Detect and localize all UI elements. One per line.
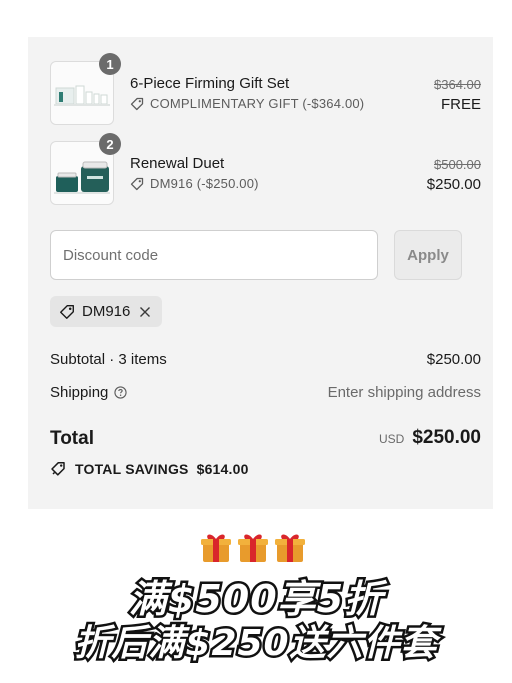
applied-code: DM916 (82, 303, 131, 320)
promo-line-2: 折后满$250送六件套 (72, 621, 439, 667)
gift-icons (199, 530, 307, 564)
original-price: $500.00 (434, 157, 481, 172)
subtotal-label: Subtotal · 3 items (50, 351, 167, 368)
total-amount: USD $250.00 (379, 427, 481, 449)
total-label: Total (50, 428, 94, 449)
subtotal-value: $250.00 (426, 351, 481, 368)
savings-tag-icon (51, 462, 65, 476)
product-name: Renewal Duet (130, 155, 225, 172)
close-icon[interactable] (139, 306, 151, 318)
shipping-value: Enter shipping address (327, 384, 481, 401)
line-price: FREE (440, 96, 481, 113)
product-thumbnail: 2 (50, 133, 121, 205)
total-savings: TOTAL SAVINGS $614.00 (50, 461, 249, 477)
discount-label: COMPLIMENTARY GIFT (-$364.00) (150, 96, 365, 111)
tag-icon (60, 304, 74, 319)
tag-icon (130, 97, 144, 110)
currency-code: USD (378, 432, 405, 446)
product-discount: COMPLIMENTARY GIFT (-$364.00) (130, 96, 364, 111)
apply-button[interactable]: Apply (394, 230, 462, 280)
help-icon[interactable] (114, 386, 128, 399)
gift-icon (275, 534, 305, 562)
discount-label: DM916 (-$250.00) (150, 176, 259, 191)
product-name: 6-Piece Firming Gift Set (130, 75, 290, 92)
original-price: $364.00 (434, 77, 481, 92)
shipping-row: Shipping (50, 384, 128, 401)
applied-discount-chip: DM916 (50, 296, 162, 327)
savings-value: $614.00 (196, 461, 249, 477)
gift-icon (201, 534, 231, 562)
line-price: $250.00 (426, 176, 481, 193)
savings-label: TOTAL SAVINGS (75, 461, 189, 477)
quantity-badge: 2 (99, 133, 121, 155)
product-discount: DM916 (-$250.00) (130, 176, 259, 191)
gift-icon (238, 534, 268, 562)
quantity-badge: 1 (99, 53, 121, 75)
total-value: $250.00 (412, 427, 481, 448)
product-thumbnail: 1 (50, 53, 121, 125)
shipping-label: Shipping (50, 384, 109, 401)
tag-icon (130, 177, 144, 190)
discount-code-input[interactable]: Discount code (50, 230, 378, 280)
